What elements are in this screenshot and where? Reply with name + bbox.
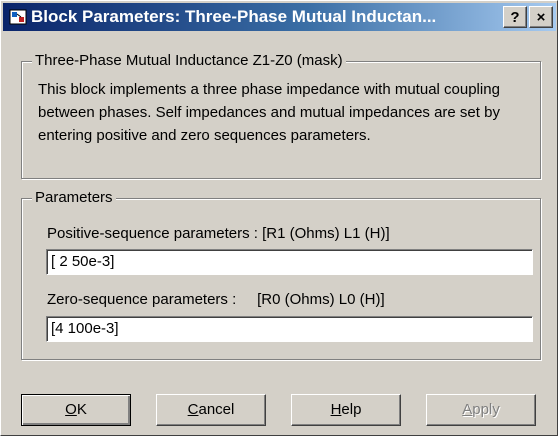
apply-mnemonic: A <box>462 401 473 418</box>
ok-label-rest: K <box>76 401 87 418</box>
help-mnemonic: H <box>330 401 342 418</box>
cancel-mnemonic: C <box>187 401 199 418</box>
block-parameters-dialog: Block Parameters: Three-Phase Mutual Ind… <box>0 0 558 436</box>
mask-description-group: Three-Phase Mutual Inductance Z1-Z0 (mas… <box>21 52 541 179</box>
mask-group-legend: Three-Phase Mutual Inductance Z1-Z0 (mas… <box>32 52 346 69</box>
positive-sequence-input[interactable]: [ 2 50e-3] <box>46 249 533 275</box>
ok-mnemonic: O <box>65 401 77 418</box>
help-icon[interactable]: ? <box>503 6 527 28</box>
mask-description-text: This block implements a three phase impe… <box>38 81 500 144</box>
cancel-label-rest: ancel <box>198 401 235 418</box>
simulink-block-icon <box>9 9 27 25</box>
close-icon[interactable]: × <box>529 6 553 28</box>
window-title: Block Parameters: Three-Phase Mutual Ind… <box>31 7 437 26</box>
help-button[interactable]: Help <box>291 394 401 426</box>
apply-label-rest: pply <box>472 401 500 418</box>
help-label-rest: elp <box>341 401 362 418</box>
ok-button[interactable]: OK <box>21 394 131 426</box>
zero-sequence-input[interactable]: [4 100e-3] <box>46 316 533 342</box>
zero-sequence-label: Zero-sequence parameters : [R0 (Ohms) L0… <box>47 291 385 308</box>
title-bar[interactable]: Block Parameters: Three-Phase Mutual Ind… <box>3 3 556 31</box>
apply-button: Apply <box>426 394 536 426</box>
positive-sequence-label: Positive-sequence parameters : [R1 (Ohms… <box>47 225 390 242</box>
parameters-group-legend: Parameters <box>32 189 116 206</box>
parameters-group: Parameters Positive-sequence parameters … <box>21 189 541 360</box>
cancel-button[interactable]: Cancel <box>156 394 266 426</box>
